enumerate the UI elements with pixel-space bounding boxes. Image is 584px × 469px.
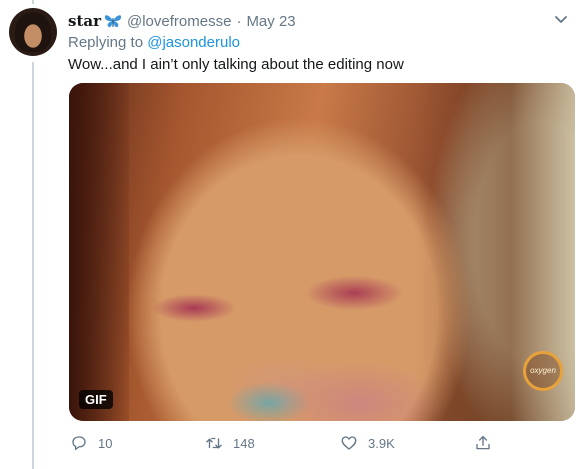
retweet-button[interactable]: 148 <box>205 432 255 454</box>
gif-badge: GIF <box>79 390 113 409</box>
media-shade-left <box>69 83 129 421</box>
gif-media[interactable]: oxygen GIF <box>69 83 575 421</box>
thread-line <box>32 62 34 469</box>
tweet-text: Wow...and I ain’t only talking about the… <box>68 56 404 73</box>
chevron-down-icon[interactable] <box>552 10 570 28</box>
thread-line-top <box>32 0 34 4</box>
tweet-header: star @lovefromesse · May 23 <box>68 11 296 31</box>
retweet-icon <box>206 437 222 449</box>
reply-button[interactable]: 10 <box>70 432 112 454</box>
replying-to: Replying to @jasonderulo <box>68 34 240 51</box>
separator-dot: · <box>236 12 242 30</box>
avatar[interactable] <box>9 8 57 56</box>
reply-icon <box>72 436 86 451</box>
butterfly-icon <box>104 15 122 28</box>
heart-icon <box>341 436 357 450</box>
watermark-text: oxygen <box>530 366 556 375</box>
display-name[interactable]: star <box>68 12 101 30</box>
tweet-actions: 10 148 3.9K <box>68 432 498 454</box>
reply-count: 10 <box>98 435 113 451</box>
like-count: 3.9K <box>368 435 395 451</box>
replying-mention-link[interactable]: @jasonderulo <box>147 34 240 51</box>
like-button[interactable]: 3.9K <box>340 432 395 454</box>
replying-prefix: Replying to <box>68 34 144 51</box>
retweet-count: 148 <box>233 435 255 451</box>
share-icon <box>476 435 490 450</box>
tweet-date[interactable]: May 23 <box>246 13 295 30</box>
share-button[interactable] <box>474 432 502 454</box>
network-watermark-logo: oxygen <box>523 351 563 391</box>
user-handle[interactable]: @lovefromesse <box>127 13 231 30</box>
avatar-image <box>15 12 51 52</box>
